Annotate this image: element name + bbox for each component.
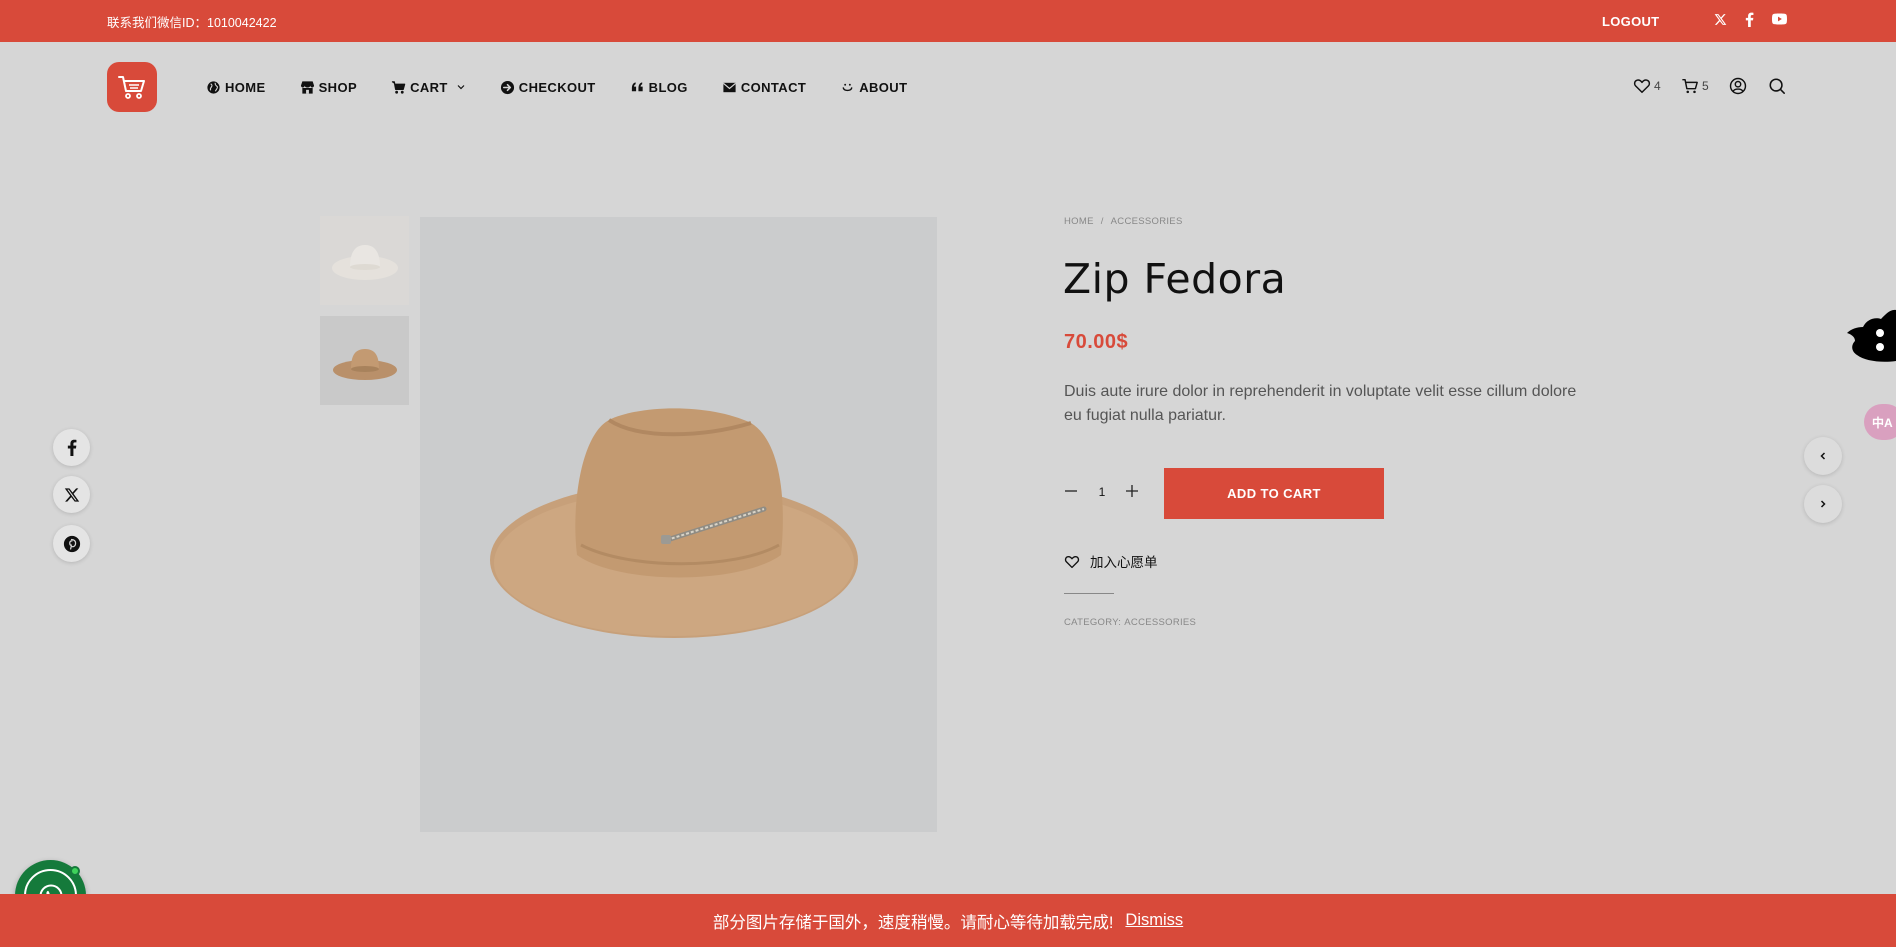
add-to-cart-button[interactable]: ADD TO CART xyxy=(1164,468,1384,519)
chevron-right-icon xyxy=(1820,500,1826,508)
user-circle-icon xyxy=(1729,77,1747,95)
online-status-dot xyxy=(70,866,80,876)
breadcrumb-separator: / xyxy=(1100,216,1104,227)
heart-icon xyxy=(1064,555,1080,568)
site-logo[interactable] xyxy=(107,62,157,112)
nav-cart[interactable]: CART xyxy=(391,77,466,97)
cart-count: 5 xyxy=(1702,79,1709,93)
nav-cart-label: CART xyxy=(410,79,448,95)
smile-icon xyxy=(842,83,853,91)
hat-thumbnail-image xyxy=(331,244,398,280)
nav-about-label: ABOUT xyxy=(859,79,908,95)
facebook-icon xyxy=(67,439,76,456)
main-nav: HOME SHOP CART CHECKOUT BLOG CONTACT ABO… xyxy=(206,77,941,97)
translate-label: 中A xyxy=(1872,415,1893,430)
chevron-left-icon xyxy=(1820,452,1826,460)
store-notice-text: 部分图片存储于国外，速度稍慢。请耐心等待加载完成! xyxy=(712,913,1114,932)
divider xyxy=(1064,593,1114,594)
x-icon[interactable] xyxy=(1711,10,1729,28)
category-link[interactable]: ACCESSORIES xyxy=(1124,617,1196,628)
pinterest-icon xyxy=(63,535,80,552)
nav-shop[interactable]: SHOP xyxy=(300,77,357,97)
youtube-icon[interactable] xyxy=(1770,10,1788,28)
nav-home[interactable]: HOME xyxy=(206,77,266,97)
search-button[interactable] xyxy=(1768,77,1786,95)
breadcrumb-home[interactable]: HOME xyxy=(1064,216,1094,227)
cart-header-button[interactable]: 5 xyxy=(1681,77,1709,95)
chevron-down-icon xyxy=(457,85,465,90)
zip-fedora-image xyxy=(489,407,858,638)
nav-contact-label: CONTACT xyxy=(740,79,807,95)
nav-home-label: HOME xyxy=(225,79,266,95)
product-thumbnail-1[interactable] xyxy=(320,216,409,305)
share-pinterest-button[interactable] xyxy=(53,525,90,562)
quantity-increase-button[interactable] xyxy=(1123,482,1141,500)
nav-checkout-label: CHECKOUT xyxy=(518,79,596,95)
arrow-circle-right-icon xyxy=(500,80,514,94)
store-notice-bar: 部分图片存储于国外，速度稍慢。请耐心等待加载完成! Dismiss xyxy=(0,894,1896,947)
translate-button[interactable]: 中A xyxy=(1864,404,1896,440)
add-to-wishlist-label: 加入心愿单 xyxy=(1090,555,1158,570)
add-to-wishlist-link[interactable]: 加入心愿单 xyxy=(1064,551,1158,571)
cart-icon xyxy=(1682,78,1698,94)
nav-contact[interactable]: CONTACT xyxy=(722,77,806,97)
search-icon xyxy=(1769,78,1785,94)
top-bar: 联系我们微信ID：1010042422 LOGOUT xyxy=(0,0,1896,42)
wishlist-count: 4 xyxy=(1654,79,1661,93)
product-description: Duis aute irure dolor in reprehenderit i… xyxy=(1064,383,1577,424)
nav-shop-label: SHOP xyxy=(318,79,358,95)
cart-logo-icon xyxy=(118,76,145,99)
breadcrumb-accessories[interactable]: ACCESSORIES xyxy=(1111,216,1183,227)
globe-icon xyxy=(207,80,220,94)
store-icon xyxy=(300,80,314,94)
plus-icon xyxy=(1126,485,1138,497)
share-x-button[interactable] xyxy=(53,476,90,513)
product-category: CATEGORY: ACCESSORIES xyxy=(1064,617,1196,628)
quote-icon xyxy=(631,81,643,91)
share-facebook-button[interactable] xyxy=(53,429,90,466)
next-product-button[interactable] xyxy=(1804,485,1842,523)
quantity-input[interactable]: 1 xyxy=(1093,485,1111,499)
contact-wechat-id: 联系我们微信ID：1010042422 xyxy=(107,16,277,30)
envelope-icon xyxy=(722,82,736,92)
previous-product-button[interactable] xyxy=(1804,437,1842,475)
minus-icon xyxy=(1065,490,1077,492)
dismiss-link[interactable]: Dismiss xyxy=(1125,911,1183,930)
quantity-decrease-button[interactable] xyxy=(1062,482,1080,500)
category-label: CATEGORY: xyxy=(1064,617,1122,628)
heart-icon xyxy=(1633,79,1651,94)
cart-icon xyxy=(392,80,406,94)
account-button[interactable] xyxy=(1729,77,1747,95)
hat-thumbnail-image xyxy=(332,348,397,380)
x-icon xyxy=(64,487,79,502)
breadcrumb: HOME / ACCESSORIES xyxy=(1064,216,1183,227)
product-thumbnail-2[interactable] xyxy=(320,316,409,405)
product-main-image[interactable] xyxy=(420,217,937,832)
nav-blog-label: BLOG xyxy=(648,79,688,95)
product-title: Zip Fedora xyxy=(1063,255,1287,303)
nav-checkout[interactable]: CHECKOUT xyxy=(500,77,596,97)
wishlist-header-button[interactable]: 4 xyxy=(1633,77,1661,95)
logout-link[interactable]: LOGOUT xyxy=(1602,14,1659,29)
nav-about[interactable]: ABOUT xyxy=(840,77,907,97)
cat-mascot-icon[interactable] xyxy=(1845,305,1896,375)
product-price: 70.00$ xyxy=(1064,331,1129,353)
facebook-icon[interactable] xyxy=(1740,10,1758,28)
nav-blog[interactable]: BLOG xyxy=(630,77,688,97)
